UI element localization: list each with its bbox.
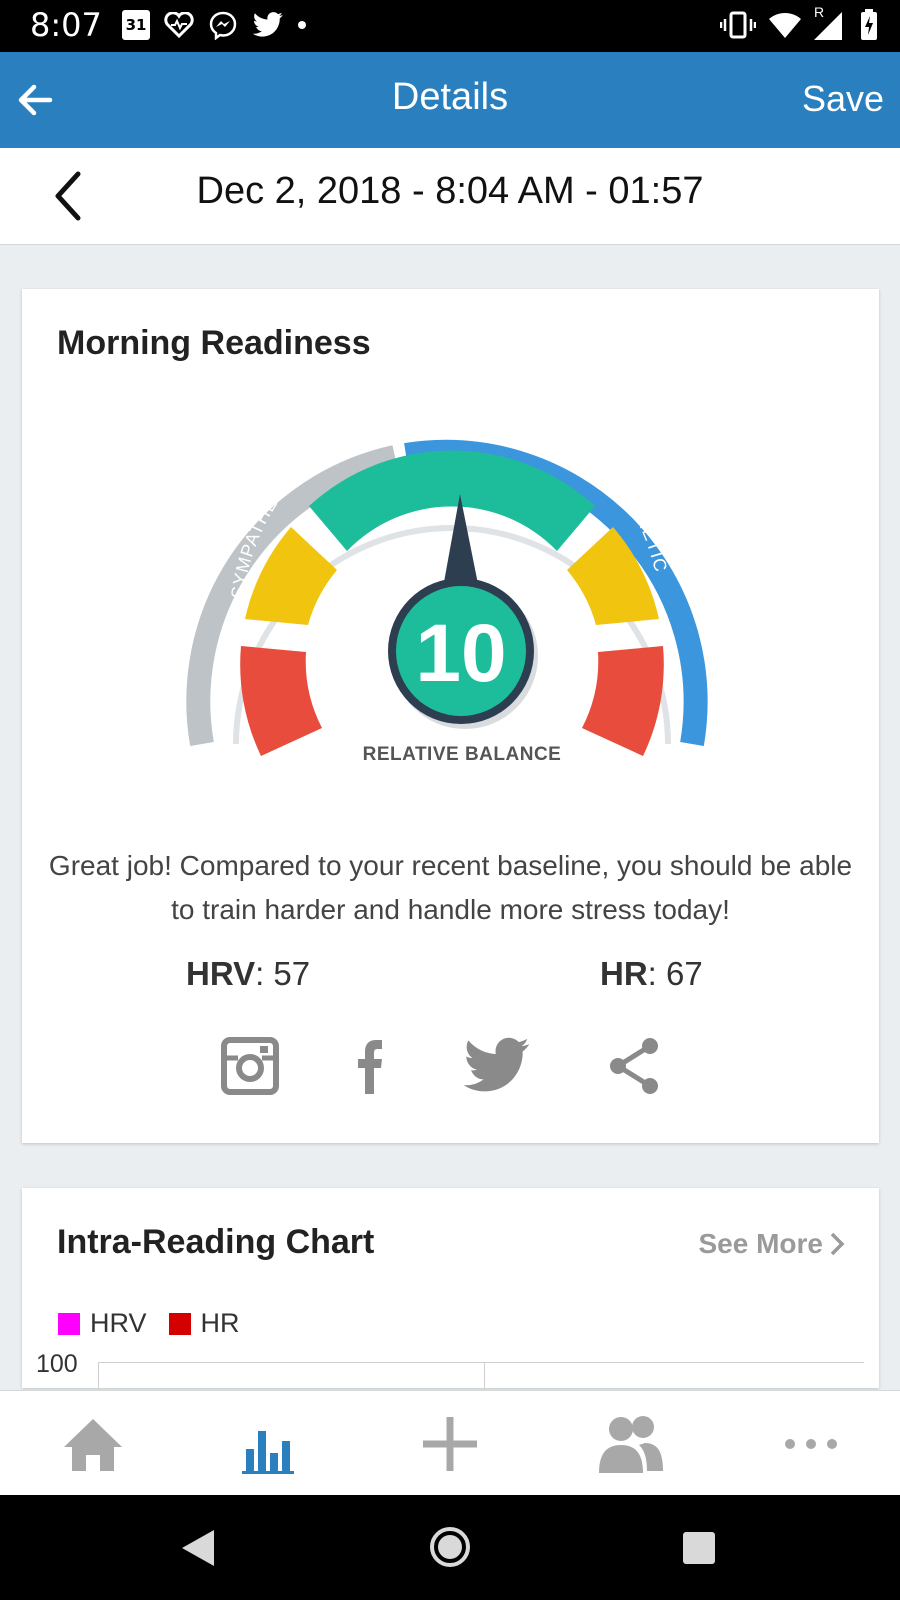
share-row bbox=[22, 1034, 879, 1104]
instagram-icon[interactable] bbox=[218, 1034, 282, 1098]
reading-date: Dec 2, 2018 - 8:04 AM - 01:57 bbox=[196, 170, 704, 212]
roaming-label: R bbox=[814, 4, 825, 20]
twitter-status-icon bbox=[252, 12, 283, 37]
status-bar: 8:07 31 R bbox=[0, 0, 900, 52]
legend-item-hr: HR bbox=[168, 1308, 240, 1339]
gauge-red-right bbox=[582, 646, 664, 756]
morning-readiness-card: Morning Readiness SYMPATHETIC PARASYMPAT… bbox=[22, 289, 879, 1143]
gauge-red-left bbox=[240, 646, 322, 756]
facebook-icon[interactable] bbox=[338, 1034, 402, 1098]
community-icon[interactable] bbox=[595, 1409, 665, 1479]
legend-label-hr: HR bbox=[200, 1308, 240, 1338]
chart-title: Intra-Reading Chart bbox=[57, 1223, 375, 1261]
hr-value: : 67 bbox=[647, 955, 703, 992]
calendar-icon: 31 bbox=[122, 10, 150, 40]
page-title: Details bbox=[391, 76, 509, 118]
hrv-value: : 57 bbox=[255, 955, 311, 992]
app-bar: Details Save bbox=[0, 52, 900, 148]
see-more-link[interactable]: See More bbox=[699, 1228, 846, 1260]
system-recents-icon[interactable] bbox=[681, 1530, 717, 1566]
chevron-right-icon bbox=[830, 1232, 845, 1256]
vibrate-icon bbox=[720, 11, 756, 39]
relative-balance-gauge: SYMPATHETIC PARASYMPATHETIC 10 RELATIVE … bbox=[186, 413, 708, 765]
legend-label-hrv: HRV bbox=[90, 1308, 147, 1338]
see-more-label: See More bbox=[698, 1228, 824, 1259]
system-home-icon[interactable] bbox=[428, 1525, 472, 1569]
home-icon[interactable] bbox=[58, 1409, 128, 1479]
heart-monitor-icon bbox=[164, 12, 194, 38]
messenger-icon bbox=[209, 11, 237, 40]
hrv-swatch bbox=[58, 1312, 80, 1335]
save-button[interactable]: Save bbox=[802, 78, 884, 120]
bottom-nav bbox=[0, 1390, 900, 1496]
legend-item-hrv: HRV bbox=[58, 1308, 147, 1339]
hrv-label: HRV bbox=[186, 955, 256, 992]
hrv-stat: HRV: 57 bbox=[186, 955, 310, 993]
hr-stat: HR: 67 bbox=[600, 955, 703, 993]
wifi-icon bbox=[769, 13, 801, 38]
hr-label: HR bbox=[600, 955, 648, 992]
chart-y-axis bbox=[98, 1362, 99, 1392]
readiness-title: Morning Readiness bbox=[57, 324, 371, 362]
chart-gridline bbox=[98, 1362, 864, 1363]
battery-icon bbox=[861, 9, 877, 40]
status-time: 8:07 bbox=[30, 6, 102, 44]
more-notifications-dot bbox=[298, 21, 306, 29]
readiness-message: Great job! Compared to your recent basel… bbox=[48, 850, 853, 925]
share-icon[interactable] bbox=[604, 1034, 668, 1098]
system-status-icons: R bbox=[720, 4, 878, 42]
twitter-icon[interactable] bbox=[462, 1034, 532, 1098]
stats-icon[interactable] bbox=[236, 1409, 306, 1479]
hr-swatch bbox=[168, 1312, 191, 1335]
chart-mid-gridline bbox=[484, 1362, 485, 1392]
system-back-icon[interactable] bbox=[178, 1527, 218, 1569]
chart-legend: HRV HR bbox=[58, 1308, 262, 1339]
intra-reading-chart-card: Intra-Reading Chart See More HRV HR 100 bbox=[22, 1188, 879, 1392]
more-icon[interactable] bbox=[776, 1409, 846, 1479]
date-bar: Dec 2, 2018 - 8:04 AM - 01:57 bbox=[0, 148, 900, 245]
notification-icons: 31 bbox=[122, 8, 306, 42]
readiness-score: 10 bbox=[415, 608, 506, 699]
system-nav-bar bbox=[0, 1495, 900, 1600]
add-icon[interactable] bbox=[415, 1409, 485, 1479]
relative-balance-label: RELATIVE BALANCE bbox=[363, 744, 562, 765]
y-axis-top-label: 100 bbox=[36, 1350, 78, 1378]
cell-signal-icon: R bbox=[814, 4, 848, 40]
